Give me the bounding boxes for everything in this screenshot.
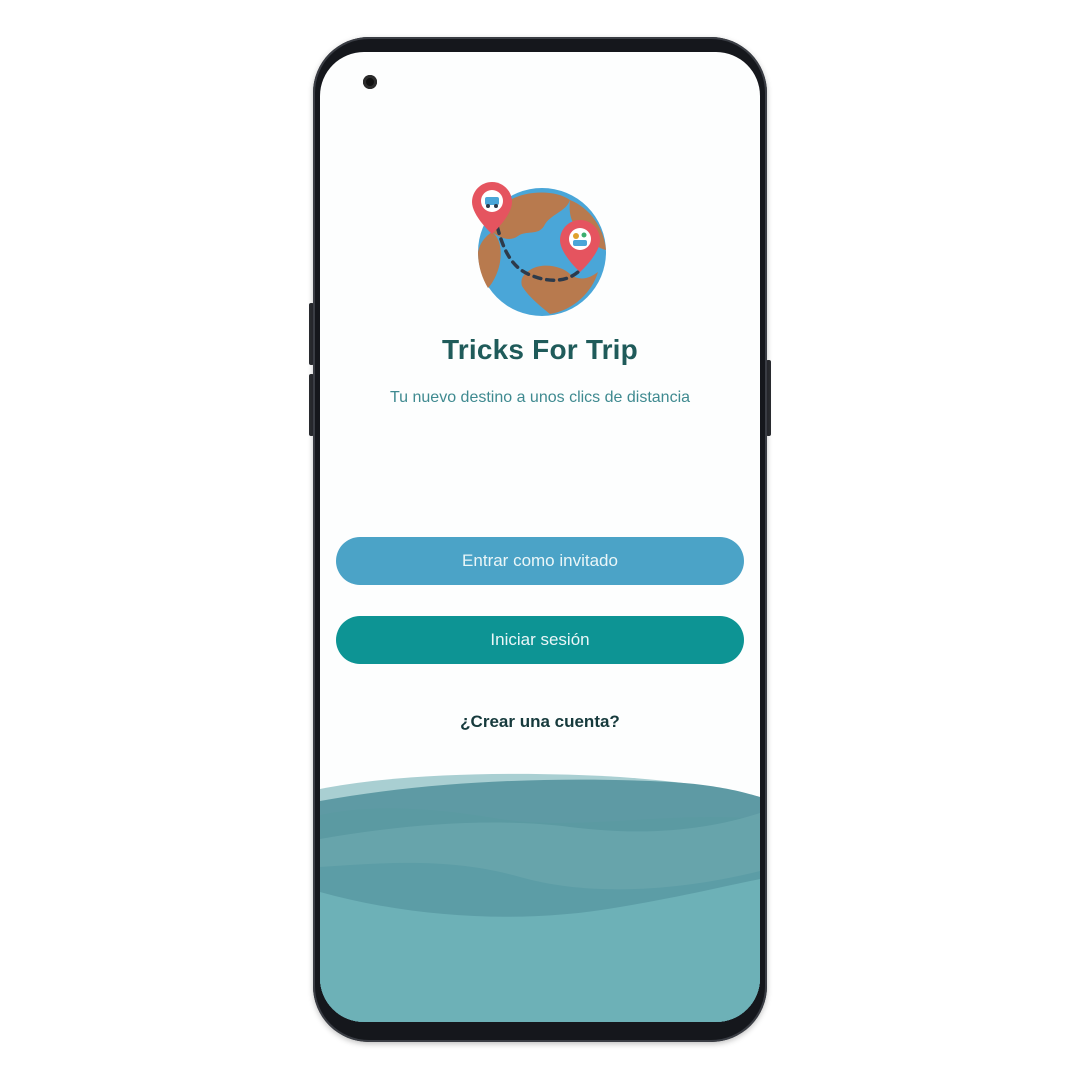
app-title: Tricks For Trip: [442, 334, 638, 365]
guest-login-button[interactable]: Entrar como invitado: [336, 537, 744, 585]
create-account-link[interactable]: ¿Crear una cuenta?: [320, 712, 760, 732]
stage: Tricks For Trip Tu nuevo destino a unos …: [0, 0, 1080, 1080]
app-screen: Tricks For Trip Tu nuevo destino a unos …: [320, 52, 760, 1022]
globe-with-map-pins-icon: [472, 182, 606, 316]
decorative-waves: [320, 773, 760, 1022]
app-tagline: Tu nuevo destino a unos clics de distanc…: [389, 389, 691, 406]
sign-in-button[interactable]: Iniciar sesión: [336, 616, 744, 664]
camera-icon: [363, 75, 377, 89]
